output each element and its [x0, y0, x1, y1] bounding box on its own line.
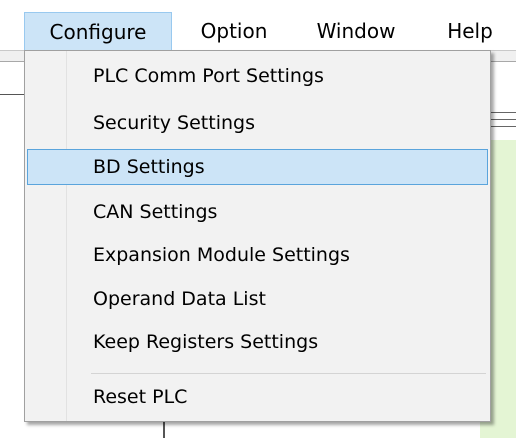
menu-configure[interactable]: Configure [24, 12, 172, 50]
menu-help[interactable]: Help [430, 12, 510, 50]
menu-item-label: Keep Registers Settings [93, 331, 319, 353]
menu-item-label: BD Settings [93, 156, 205, 178]
menu-item-expansion-module-settings[interactable]: Expansion Module Settings [27, 237, 488, 273]
menu-option[interactable]: Option [178, 12, 290, 50]
menu-item-label: PLC Comm Port Settings [93, 65, 324, 87]
menu-item-keep-registers-settings[interactable]: Keep Registers Settings [27, 324, 488, 360]
menu-item-label: Reset PLC [93, 386, 188, 408]
menu-item-label: Operand Data List [93, 288, 266, 310]
menu-separator [91, 373, 486, 374]
menu-item-label: Security Settings [93, 112, 255, 134]
menu-item-reset-plc[interactable]: Reset PLC [27, 379, 488, 415]
menu-item-label: CAN Settings [93, 201, 218, 223]
panel-edge [0, 94, 25, 95]
menu-item-can-settings[interactable]: CAN Settings [27, 194, 488, 230]
menu-item-security-settings[interactable]: Security Settings [27, 105, 488, 141]
configure-dropdown-menu: PLC Comm Port Settings Security Settings… [24, 50, 491, 422]
menu-item-operand-data-list[interactable]: Operand Data List [27, 281, 488, 317]
menu-window[interactable]: Window [296, 12, 416, 50]
menu-item-bd-settings[interactable]: BD Settings [27, 149, 488, 185]
menu-bar: Configure Option Window Help [0, 0, 516, 50]
menu-item-label: Expansion Module Settings [93, 244, 350, 266]
menu-item-plc-comm-port-settings[interactable]: PLC Comm Port Settings [27, 58, 488, 94]
